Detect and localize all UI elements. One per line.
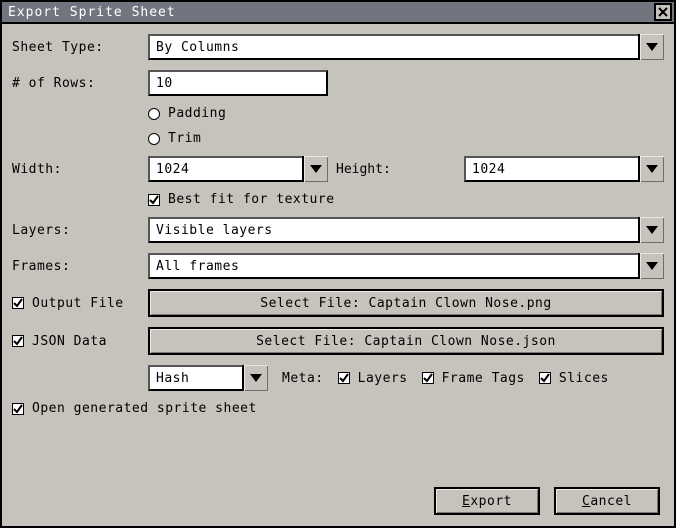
rows-value: 10: [156, 76, 173, 91]
dialog-footer: Export Cancel: [2, 476, 674, 526]
trim-label: Trim: [168, 131, 201, 146]
dialog-content: Sheet Type: By Columns # of Rows: 10 Pad…: [2, 24, 674, 476]
checkbox-icon: [148, 108, 160, 120]
checkbox-icon: [422, 372, 434, 384]
cancel-button-label: Cancel: [582, 494, 632, 509]
width-label: Width:: [12, 162, 148, 177]
checkbox-icon: [148, 133, 160, 145]
meta-frame-tags-checkbox[interactable]: Frame Tags: [422, 371, 525, 386]
chevron-down-icon: [638, 253, 664, 279]
meta-frame-tags-label: Frame Tags: [442, 371, 525, 386]
json-data-checkbox[interactable]: JSON Data: [12, 334, 142, 349]
checkbox-icon: [148, 194, 160, 206]
export-button-label: Export: [462, 494, 512, 509]
close-icon: [658, 7, 668, 17]
chevron-down-icon: [302, 156, 328, 182]
meta-slices-checkbox[interactable]: Slices: [539, 371, 609, 386]
height-combo[interactable]: 1024: [464, 156, 664, 182]
open-generated-label: Open generated sprite sheet: [32, 401, 257, 416]
best-fit-label: Best fit for texture: [168, 192, 335, 207]
width-value: 1024: [156, 162, 189, 177]
frames-combo[interactable]: All frames: [148, 253, 664, 279]
height-label: Height:: [336, 162, 456, 177]
export-button[interactable]: Export: [434, 487, 540, 515]
chevron-down-icon: [242, 365, 268, 391]
sheet-type-value: By Columns: [156, 40, 239, 55]
output-file-checkbox[interactable]: Output File: [12, 296, 142, 311]
sheet-type-label: Sheet Type:: [12, 40, 148, 55]
height-value: 1024: [472, 162, 505, 177]
rows-input[interactable]: 10: [148, 70, 328, 96]
json-data-label: JSON Data: [32, 334, 107, 349]
best-fit-checkbox[interactable]: Best fit for texture: [148, 192, 335, 207]
checkbox-icon: [12, 403, 24, 415]
meta-label: Meta:: [282, 371, 324, 386]
window-title: Export Sprite Sheet: [8, 5, 654, 20]
checkbox-icon: [12, 335, 24, 347]
json-file-button[interactable]: Select File: Captain Clown Nose.json: [148, 327, 664, 355]
checkbox-icon: [12, 297, 24, 309]
trim-checkbox[interactable]: Trim: [148, 131, 201, 146]
output-file-button[interactable]: Select File: Captain Clown Nose.png: [148, 289, 664, 317]
layers-combo[interactable]: Visible layers: [148, 217, 664, 243]
layers-value: Visible layers: [156, 223, 273, 238]
meta-layers-label: Layers: [358, 371, 408, 386]
chevron-down-icon: [638, 217, 664, 243]
rows-label: # of Rows:: [12, 76, 148, 91]
open-generated-checkbox[interactable]: Open generated sprite sheet: [12, 401, 257, 416]
output-file-label: Output File: [32, 296, 124, 311]
frames-label: Frames:: [12, 259, 148, 274]
json-file-button-label: Select File: Captain Clown Nose.json: [256, 334, 556, 349]
titlebar: Export Sprite Sheet: [2, 2, 674, 24]
chevron-down-icon: [638, 34, 664, 60]
padding-checkbox[interactable]: Padding: [148, 106, 226, 121]
output-file-button-label: Select File: Captain Clown Nose.png: [260, 296, 551, 311]
json-format-combo[interactable]: Hash: [148, 365, 268, 391]
layers-label: Layers:: [12, 223, 148, 238]
sheet-type-combo[interactable]: By Columns: [148, 34, 664, 60]
close-button[interactable]: [654, 3, 672, 21]
chevron-down-icon: [638, 156, 664, 182]
export-dialog: Export Sprite Sheet Sheet Type: By Colum…: [0, 0, 676, 528]
json-format-value: Hash: [156, 371, 189, 386]
meta-slices-label: Slices: [559, 371, 609, 386]
width-combo[interactable]: 1024: [148, 156, 328, 182]
padding-label: Padding: [168, 106, 226, 121]
checkbox-icon: [539, 372, 551, 384]
checkbox-icon: [338, 372, 350, 384]
meta-layers-checkbox[interactable]: Layers: [338, 371, 408, 386]
frames-value: All frames: [156, 259, 239, 274]
cancel-button[interactable]: Cancel: [554, 487, 660, 515]
